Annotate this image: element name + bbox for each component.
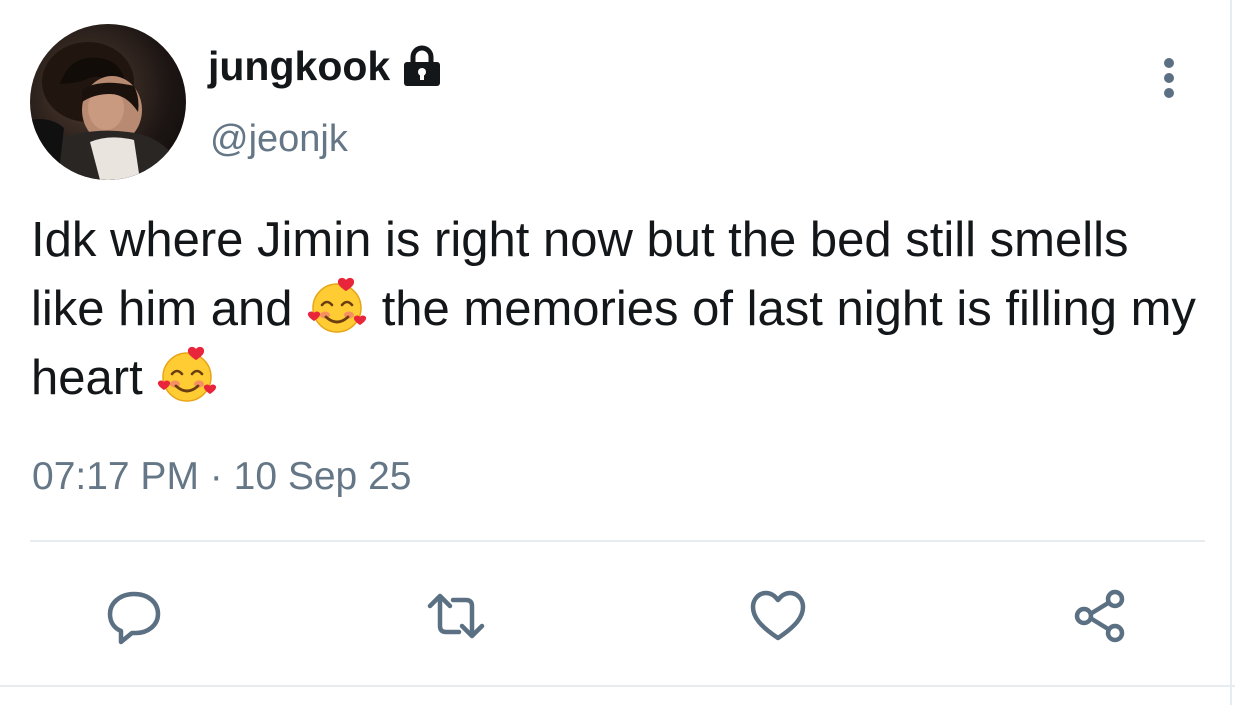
divider <box>30 540 1205 542</box>
meta-separator: · <box>209 455 223 498</box>
share-icon <box>1074 589 1125 643</box>
tweet-time: 07:17 PM <box>32 455 199 498</box>
avatar-photo <box>30 42 186 180</box>
tweet-date: 10 Sep 25 <box>233 455 412 498</box>
avatar[interactable] <box>30 24 186 180</box>
retweet-button[interactable] <box>424 584 488 648</box>
more-options-icon[interactable] <box>1154 56 1184 100</box>
reply-button[interactable] <box>103 584 167 648</box>
smiling-face-with-hearts-emoji <box>156 344 218 406</box>
share-button[interactable] <box>1068 584 1132 648</box>
display-name[interactable]: jungkook <box>208 42 446 90</box>
user-handle[interactable]: @jeonjk <box>210 120 348 158</box>
tweet-timestamp[interactable]: 07:17 PM · 10 Sep 25 <box>32 457 411 496</box>
right-edge-border <box>1230 0 1232 705</box>
tweet-card: jungkook @jeonjk Idk where Jimin is righ… <box>0 0 1235 705</box>
smiling-face-with-hearts-emoji <box>306 275 368 337</box>
display-name-text: jungkook <box>208 42 391 89</box>
tweet-text: Idk where Jimin is right now but the bed… <box>31 206 1206 413</box>
reply-icon <box>107 591 161 645</box>
bottom-divider <box>0 685 1235 687</box>
lock-icon <box>404 45 441 86</box>
like-button[interactable] <box>746 584 810 648</box>
like-icon <box>750 590 806 641</box>
retweet-icon <box>427 593 485 639</box>
